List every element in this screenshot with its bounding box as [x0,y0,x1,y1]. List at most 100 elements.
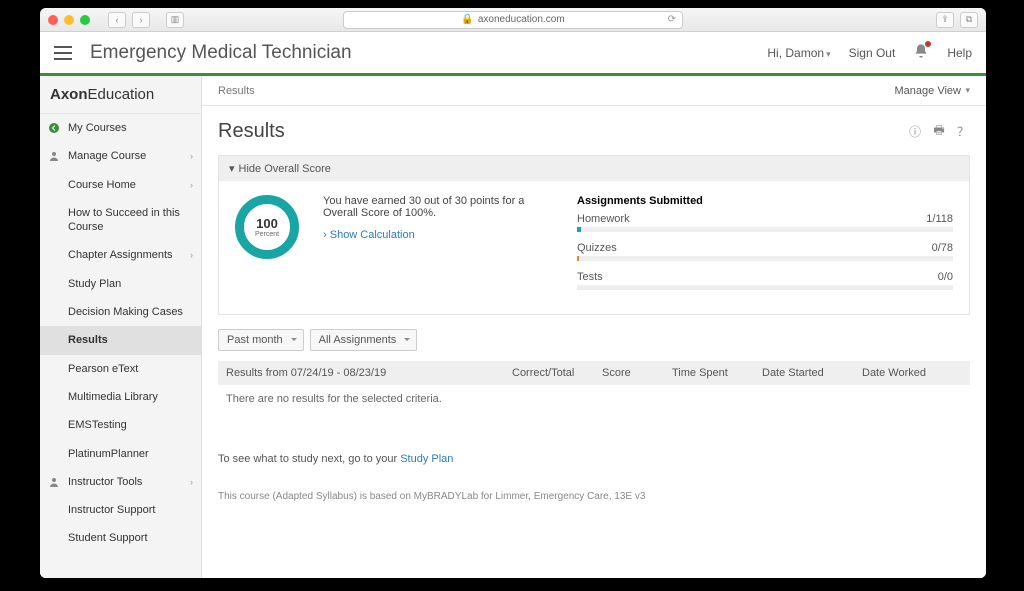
sidebar-item-my-courses[interactable]: My Courses [40,114,201,142]
table-empty-message: There are no results for the selected cr… [218,385,970,413]
sign-out-link[interactable]: Sign Out [849,46,896,60]
chevron-down-icon: ▾ [229,162,235,175]
sidebar-item-label: Student Support [68,532,148,544]
sidebar-item-emstesting[interactable]: EMSTesting [40,411,201,439]
page-title: Results [218,120,285,143]
url-text: axoneducation.com [478,14,565,25]
assignment-value: 1/118 [926,213,953,225]
chevron-right-icon: › [190,477,193,489]
col-correct: Correct/Total [512,367,602,379]
assignment-row-tests: Tests 0/0 [577,271,953,290]
progress-bar [577,285,953,290]
sidebar-item-label: How to Succeed in this Course [68,207,180,233]
app-header: Emergency Medical Technician Hi, Damon▾ … [40,32,986,76]
reload-icon[interactable]: ⟳ [668,14,676,25]
type-filter-select[interactable]: All Assignments [310,329,418,351]
sidebar-item-label: My Courses [68,122,127,134]
score-value: 100 [256,216,278,231]
col-worked: Date Worked [862,367,962,379]
lock-icon: 🔒 [461,14,473,25]
assignments-submitted: Assignments Submitted Homework 1/118 Quizz… [577,195,953,300]
overall-score-panel: ▾ Hide Overall Score 100 Percent You hav… [218,155,970,315]
sidebar-item-instructor-support[interactable]: Instructor Support [40,496,201,524]
assignment-value: 0/0 [938,271,953,283]
sidebar-item-instructor-tools[interactable]: Instructor Tools › [40,468,201,496]
study-plan-link[interactable]: Study Plan [400,453,453,465]
col-started: Date Started [762,367,862,379]
help-icon[interactable]: ？ [956,125,970,139]
col-score: Score [602,367,672,379]
sidebar-item-study-plan[interactable]: Study Plan [40,270,201,298]
assignment-name: Homework [577,213,630,225]
brand-logo[interactable]: AxonEducation [40,76,201,114]
print-icon[interactable]: 🖶 [932,125,946,139]
breadcrumb-bar: Results Manage View ▾ [202,76,986,106]
assignment-row-homework: Homework 1/118 [577,213,953,232]
info-icon[interactable]: ⓘ [908,125,922,139]
sidebar-item-label: Pearson eText [68,363,138,375]
results-table: Results from 07/24/19 - 08/23/19 Correct… [218,361,970,413]
help-link[interactable]: Help [947,46,972,60]
study-plan-prompt: To see what to study next, go to your St… [218,453,970,465]
url-bar[interactable]: 🔒 axoneducation.com ⟳ [343,11,683,29]
user-icon [48,150,60,162]
course-footnote: This course (Adapted Syllabus) is based … [218,491,970,502]
window-close[interactable] [48,15,58,25]
table-header-row: Results from 07/24/19 - 08/23/19 Correct… [218,361,970,385]
sidebar-item-label: Decision Making Cases [68,306,183,318]
nav-forward[interactable]: › [132,12,150,28]
window-minimize[interactable] [64,15,74,25]
sidebar-item-platinumplanner[interactable]: PlatinumPlanner [40,440,201,468]
share-icon[interactable]: ⇪ [936,12,954,28]
assignment-name: Tests [577,271,603,283]
manage-view-dropdown[interactable]: Manage View ▾ [895,85,970,97]
back-arrow-icon [48,122,60,134]
sidebar-item-manage-course[interactable]: Manage Course › [40,142,201,170]
sidebar-toggle-icon[interactable]: ▥ [166,12,184,28]
sidebar-item-chapter-assignments[interactable]: Chapter Assignments› [40,241,201,269]
score-summary-text: You have earned 30 out of 30 points for … [323,195,553,219]
sidebar-item-label: Course Home [68,179,136,191]
nav-back[interactable]: ‹ [108,12,126,28]
sidebar-item-label: Results [68,334,108,346]
sidebar-item-label: Study Plan [68,278,121,290]
user-greeting[interactable]: Hi, Damon▾ [767,46,830,60]
user-icon [48,476,60,488]
sidebar-item-label: Manage Course [68,150,146,162]
score-donut: 100 Percent [235,195,299,259]
hide-overall-toggle[interactable]: ▾ Hide Overall Score [219,156,969,181]
browser-titlebar: ‹ › ▥ 🔒 axoneducation.com ⟳ ⇪ ⧉ [40,8,986,32]
course-title: Emergency Medical Technician [90,42,352,64]
sidebar-item-course-home[interactable]: Course Home › [40,171,201,199]
sidebar-item-label: PlatinumPlanner [68,448,149,460]
assignments-title: Assignments Submitted [577,195,953,207]
sidebar-item-multimedia-library[interactable]: Multimedia Library [40,383,201,411]
sidebar-item-student-support[interactable]: Student Support [40,524,201,552]
sidebar-item-decision-making-cases[interactable]: Decision Making Cases [40,298,201,326]
assignment-name: Quizzes [577,242,617,254]
chevron-right-icon: › [190,180,193,192]
sidebar-item-label: Instructor Support [68,504,155,516]
time-filter-select[interactable]: Past month [218,329,304,351]
assignment-row-quizzes: Quizzes 0/78 [577,242,953,261]
col-time: Time Spent [672,367,762,379]
breadcrumb: Results [218,85,255,97]
sidebar-item-label: Multimedia Library [68,391,158,403]
sidebar-item-pearson-etext[interactable]: Pearson eText [40,355,201,383]
sidebar: AxonEducation My CoursesManage Course›Co… [40,76,202,578]
sidebar-item-results[interactable]: Results [40,326,201,354]
notifications-bell-icon[interactable] [913,43,929,62]
col-results: Results from 07/24/19 - 08/23/19 [226,367,512,379]
window-zoom[interactable] [80,15,90,25]
sidebar-item-label: Instructor Tools [68,476,142,488]
chevron-right-icon: › [190,151,193,163]
show-calculation-link[interactable]: Show Calculation [323,229,415,241]
sidebar-item-label: Chapter Assignments [68,249,173,261]
progress-bar [577,227,953,232]
tabs-icon[interactable]: ⧉ [960,12,978,28]
score-unit: Percent [255,231,279,238]
sidebar-item-label: EMSTesting [68,419,127,431]
sidebar-item-how-to-succeed-in-this-course[interactable]: How to Succeed in this Course [40,199,201,242]
assignment-value: 0/78 [932,242,953,254]
hamburger-menu-icon[interactable] [54,46,72,60]
